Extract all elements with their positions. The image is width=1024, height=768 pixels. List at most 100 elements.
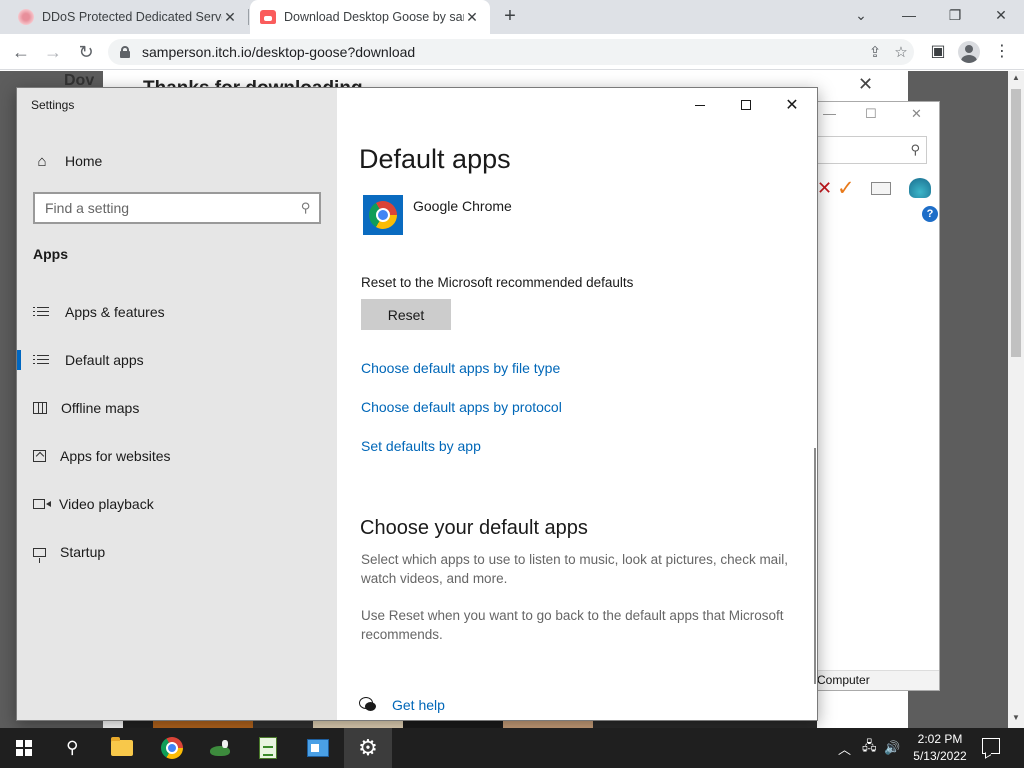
default-apps-icon	[33, 352, 51, 368]
sidebar-item-label: Default apps	[65, 352, 144, 368]
tab-title: Download Desktop Goose by sar	[284, 10, 464, 24]
tab-search-chevron-icon[interactable]: ⌄	[838, 0, 884, 32]
page-scrollbar-thumb[interactable]	[1011, 89, 1021, 357]
section-label: Apps	[33, 246, 68, 262]
settings-window: Settings ⌂ Home Find a setting ⚲ Apps App…	[16, 87, 818, 721]
sidebar-item-default-apps[interactable]: Default apps	[17, 336, 337, 384]
tab-title: DDoS Protected Dedicated Serve	[42, 10, 222, 24]
link-set-defaults-by-app[interactable]: Set defaults by app	[361, 438, 481, 454]
scroll-up-icon[interactable]: ▲	[1011, 73, 1021, 82]
page-title: Default apps	[359, 144, 511, 174]
clock-date: 5/13/2022	[913, 749, 967, 763]
background-search-field[interactable]: ⚲	[817, 136, 927, 164]
description-paragraph-2: Use Reset when you want to go back to th…	[361, 608, 784, 642]
default-browser-name[interactable]: Google Chrome	[413, 198, 512, 214]
taskbar-settings[interactable]: ⚙	[344, 728, 392, 768]
sidebar-item-offline-maps[interactable]: Offline maps	[17, 384, 337, 432]
taskbar-search-button[interactable]: ⚲	[48, 728, 96, 768]
background-maximize-icon[interactable]: ☐	[865, 106, 877, 122]
taskbar-chrome[interactable]	[148, 728, 196, 768]
link-default-by-file-type[interactable]: Choose default apps by file type	[361, 360, 560, 376]
find-setting-input[interactable]: Find a setting ⚲	[33, 192, 321, 224]
notification-icon[interactable]	[982, 738, 1000, 754]
show-hidden-icons-button[interactable]: ︿	[838, 728, 851, 768]
reset-button[interactable]: Reset	[361, 299, 451, 330]
browser-tab-ddos[interactable]: DDoS Protected Dedicated Serve ✕	[8, 0, 248, 34]
shell-icon[interactable]	[909, 178, 931, 198]
profile-avatar-icon	[958, 41, 980, 63]
search-icon: ⚲	[301, 200, 311, 215]
search-icon: ⚲	[910, 142, 920, 157]
sidebar-item-home[interactable]: ⌂ Home	[33, 150, 102, 172]
browser-close-button[interactable]: ✕	[978, 0, 1024, 32]
sidebar-item-startup[interactable]: Startup	[17, 528, 337, 576]
tab-close-icon[interactable]: ✕	[222, 9, 238, 26]
sidebar-item-apps-features[interactable]: Apps & features	[17, 288, 337, 336]
url-text[interactable]: samperson.itch.io/desktop-goose?download	[142, 44, 862, 60]
new-tab-button[interactable]: +	[498, 5, 522, 29]
sidebar-item-label: Offline maps	[61, 400, 140, 416]
network-button[interactable]: 🖧	[862, 728, 877, 768]
address-bar[interactable]: samperson.itch.io/desktop-goose?download…	[108, 39, 914, 65]
share-icon[interactable]: ⇪	[862, 43, 888, 61]
start-button[interactable]	[0, 728, 48, 768]
maximize-icon	[741, 100, 751, 110]
search-icon: ⚲	[65, 738, 79, 757]
taskbar: ⚲ ⚙ ︿ 🖧 🔊 2:02 PM 5/13/2022	[0, 728, 1024, 768]
sidebar-item-label: Apps for websites	[60, 448, 171, 464]
taskbar-clock[interactable]: 2:02 PM 5/13/2022	[904, 731, 976, 765]
forward-arrow-icon[interactable]: →	[41, 40, 65, 64]
browser-tab-desktop-goose[interactable]: Download Desktop Goose by sar ✕	[250, 0, 490, 34]
background-minimize-icon[interactable]: —	[823, 106, 836, 121]
browser-toolbar: ← → ↻ samperson.itch.io/desktop-goose?do…	[0, 34, 1024, 70]
page-scrollbar[interactable]: ▲ ▼	[1008, 71, 1024, 728]
browser-tab-strip: DDoS Protected Dedicated Serve ✕ Downloa…	[0, 0, 1024, 34]
back-arrow-icon[interactable]: ←	[9, 40, 33, 64]
background-status-bar: Computer	[817, 670, 939, 690]
help-chat-icon	[359, 697, 377, 713]
checkmark-icon[interactable]: ✓	[837, 176, 855, 201]
side-panel-icon[interactable]: ▣	[926, 40, 950, 64]
volume-button[interactable]: 🔊	[884, 728, 900, 768]
lock-icon[interactable]	[120, 46, 130, 58]
browser-menu-icon[interactable]: ⋮	[990, 40, 1014, 64]
chrome-icon	[369, 201, 397, 229]
clock-time: 2:02 PM	[917, 732, 963, 746]
profile-button[interactable]	[958, 40, 982, 64]
help-icon[interactable]: ?	[922, 206, 938, 222]
taskbar-app-window[interactable]	[294, 728, 342, 768]
default-browser-tile[interactable]	[363, 195, 403, 235]
background-close-icon[interactable]: ✕	[911, 106, 922, 122]
settings-sidebar: Settings ⌂ Home Find a setting ⚲ Apps App…	[17, 88, 337, 720]
itch-favicon-icon	[260, 10, 276, 24]
settings-nav: Apps & features Default apps Offline map…	[17, 288, 337, 576]
download-dialog-heading: Thanks for downloading	[143, 74, 363, 88]
scroll-down-icon[interactable]: ▼	[1011, 713, 1021, 722]
download-dialog-close-icon[interactable]: ✕	[858, 74, 873, 95]
taskbar-notepad[interactable]	[244, 728, 292, 768]
tab-close-icon[interactable]: ✕	[464, 9, 480, 26]
bookmark-star-icon[interactable]: ☆	[888, 43, 914, 61]
goose-icon	[208, 738, 232, 758]
settings-maximize-button[interactable]	[723, 94, 769, 118]
card-icon[interactable]	[871, 182, 891, 195]
link-default-by-protocol[interactable]: Choose default apps by protocol	[361, 399, 562, 415]
background-window-controls: — ☐ ✕	[817, 102, 941, 130]
taskbar-desktop-goose[interactable]	[196, 728, 244, 768]
sidebar-item-apps-for-websites[interactable]: Apps for websites	[17, 432, 337, 480]
reload-icon[interactable]: ↻	[74, 40, 98, 64]
gear-icon: ⚙	[358, 735, 378, 760]
page-left-fragment: Dov	[64, 72, 95, 88]
settings-close-button[interactable]: ✕	[769, 94, 815, 118]
get-help-link[interactable]: Get help	[359, 697, 445, 713]
browser-minimize-button[interactable]: —	[886, 0, 932, 32]
sidebar-item-label: Apps & features	[65, 304, 165, 320]
content-scrollbar[interactable]	[814, 448, 816, 684]
notepad-icon	[259, 737, 277, 759]
settings-minimize-button[interactable]	[677, 94, 723, 118]
delete-x-icon[interactable]: ✕	[817, 178, 832, 199]
sidebar-item-video-playback[interactable]: Video playback	[17, 480, 337, 528]
taskbar-file-explorer[interactable]	[98, 728, 146, 768]
tab-separator	[248, 9, 249, 25]
browser-restore-button[interactable]: ❐	[932, 0, 978, 32]
